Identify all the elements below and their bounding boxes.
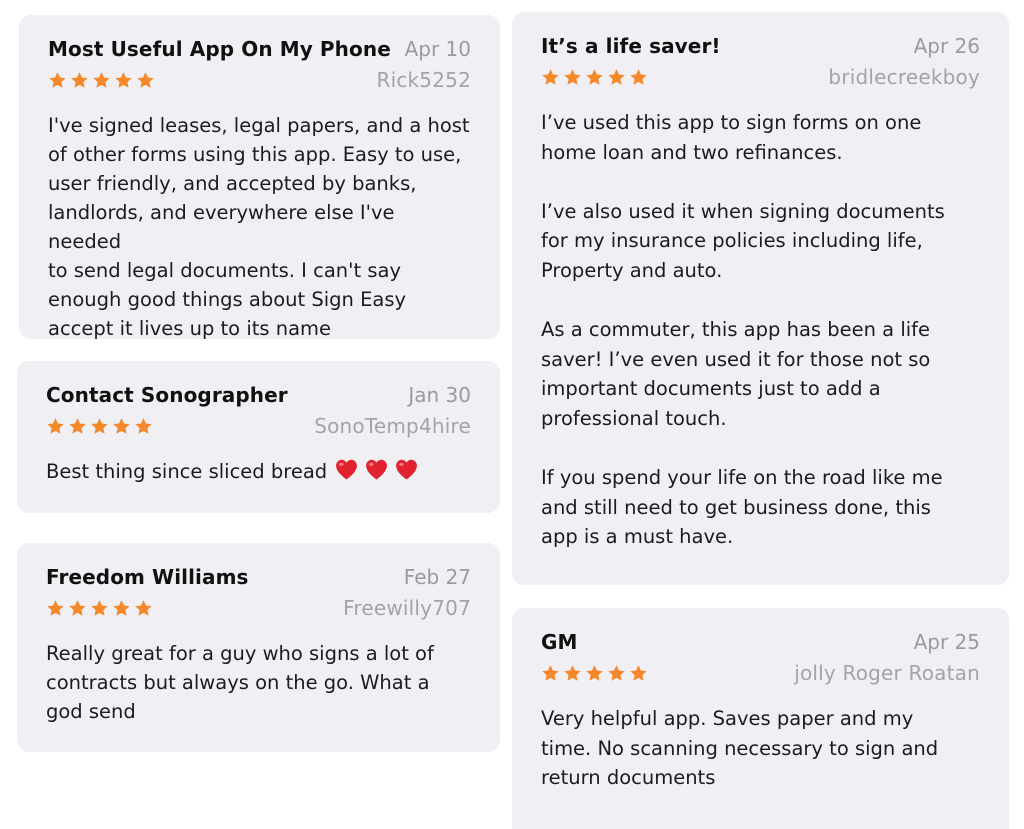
star-icon <box>564 664 581 681</box>
review-body: I’ve used this app to sign forms on one … <box>541 111 945 549</box>
star-icon <box>49 71 66 88</box>
heart-icon <box>336 459 358 480</box>
star-icon <box>113 417 130 434</box>
star-rating <box>541 68 648 87</box>
star-icon <box>586 664 603 681</box>
review-body: Very helpful app. Saves paper and my tim… <box>541 707 939 790</box>
star-icon <box>608 664 625 681</box>
review-card[interactable]: Contact Sonographer Jan 30 SonoTemp4hire… <box>17 361 500 513</box>
review-title: Freedom Williams <box>46 565 249 589</box>
star-icon <box>542 664 559 681</box>
star-rating <box>46 599 153 618</box>
star-rating <box>48 71 155 90</box>
star-rating <box>46 417 153 436</box>
review-title: It’s a life saver! <box>541 34 721 58</box>
review-date: Apr 26 <box>913 34 980 58</box>
review-card[interactable]: Most Useful App On My Phone Apr 10 Rick5… <box>19 15 500 340</box>
review-author: bridlecreekboy <box>828 65 980 89</box>
review-date: Apr 25 <box>913 630 980 654</box>
star-icon <box>115 71 132 88</box>
star-icon <box>71 71 88 88</box>
review-body-container: Best thing since sliced bread <box>46 457 471 486</box>
review-body: Best thing since sliced bread <box>46 460 328 483</box>
star-icon <box>69 417 86 434</box>
star-rating <box>541 664 648 683</box>
review-title: Contact Sonographer <box>46 383 288 407</box>
star-icon <box>542 68 559 85</box>
review-title: GM <box>541 630 578 654</box>
heart-emoji-group <box>333 457 420 482</box>
star-icon <box>69 599 86 616</box>
review-author: SonoTemp4hire <box>314 414 471 438</box>
heart-icon <box>396 459 418 480</box>
star-icon <box>93 71 110 88</box>
review-date: Feb 27 <box>403 565 471 589</box>
star-icon <box>113 599 130 616</box>
star-icon <box>608 68 625 85</box>
star-icon <box>630 664 647 681</box>
star-icon <box>137 71 154 88</box>
heart-icon <box>366 459 388 480</box>
star-icon <box>135 599 152 616</box>
star-icon <box>91 599 108 616</box>
star-icon <box>47 417 64 434</box>
review-card[interactable]: GM Apr 25 jolly Roger Roatan Very helpfu… <box>512 608 1009 829</box>
review-body: I've signed leases, legal papers, and a … <box>48 114 470 340</box>
review-author: Freewilly707 <box>343 596 471 620</box>
review-card[interactable]: Freedom Williams Feb 27 Freewilly707 Rea… <box>17 543 500 752</box>
star-icon <box>630 68 647 85</box>
star-icon <box>91 417 108 434</box>
star-icon <box>135 417 152 434</box>
review-author: Rick5252 <box>376 68 471 92</box>
review-author: jolly Roger Roatan <box>794 661 980 685</box>
review-date: Jan 30 <box>408 383 471 407</box>
review-date: Apr 10 <box>404 37 471 61</box>
star-icon <box>586 68 603 85</box>
review-title: Most Useful App On My Phone <box>48 37 391 61</box>
review-card[interactable]: It’s a life saver! Apr 26 bridlecreekboy… <box>512 12 1009 585</box>
review-body: Really great for a guy who signs a lot o… <box>46 642 434 723</box>
star-icon <box>564 68 581 85</box>
star-icon <box>47 599 64 616</box>
